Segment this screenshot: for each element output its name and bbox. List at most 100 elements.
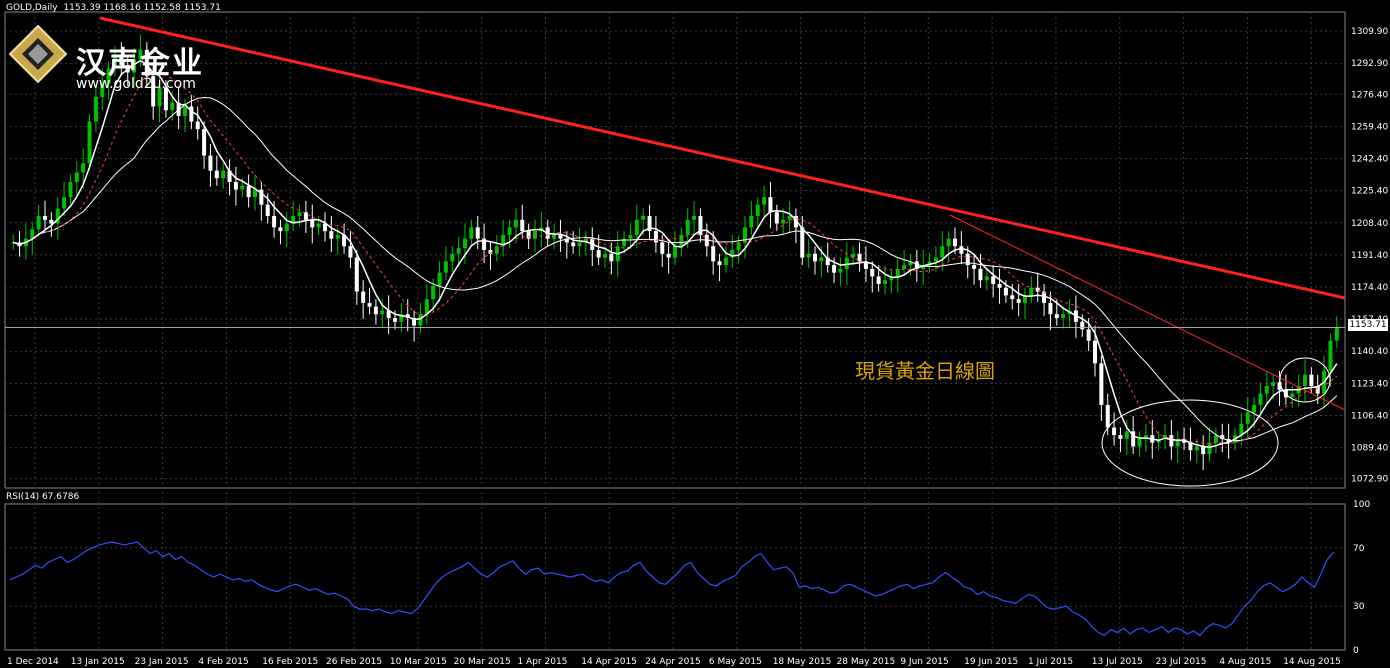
candle-body: [469, 227, 474, 239]
candle-body: [666, 253, 671, 258]
candle-body: [68, 182, 73, 198]
candle-body: [685, 219, 690, 235]
candle-body: [183, 106, 187, 116]
candle-body: [1169, 435, 1174, 447]
price-tick-label: 1259.40: [1351, 122, 1388, 132]
rsi-tick-label: 100: [1353, 500, 1370, 510]
time-tick-label: 6 May 2015: [709, 657, 762, 667]
candle-body: [507, 227, 512, 235]
candle-body: [1016, 299, 1021, 303]
price-tick-label: 1225.40: [1351, 187, 1388, 197]
candle-body: [641, 216, 646, 220]
candle-body: [1048, 302, 1053, 315]
candle-body: [768, 197, 773, 213]
candle-body: [233, 182, 238, 190]
candle-body: [679, 234, 684, 247]
candle-body: [832, 265, 837, 273]
candle-body: [1264, 386, 1269, 394]
candle-body: [940, 246, 945, 258]
time-tick-label: 13 Jul 2015: [1092, 657, 1143, 667]
price-tick-label: 1123.40: [1351, 379, 1388, 389]
candle-body: [819, 257, 824, 262]
candle-body: [1201, 446, 1206, 454]
candle-body: [577, 242, 582, 247]
candle-body: [1290, 393, 1295, 398]
price-tick-label: 1072.90: [1351, 475, 1388, 485]
candle-body: [787, 216, 792, 220]
candle-body: [1309, 374, 1314, 386]
candle-body: [933, 257, 938, 262]
candle-body: [36, 216, 41, 230]
candle-body: [1118, 435, 1123, 439]
rsi-tick-label: 0: [1353, 646, 1359, 656]
time-tick-label: 10 Mar 2015: [390, 657, 447, 667]
candle-body: [711, 246, 716, 262]
diamond-logo-icon: [8, 24, 68, 84]
candle-body: [240, 185, 245, 190]
time-tick-label: 20 Mar 2015: [454, 657, 511, 667]
candle-body: [953, 238, 957, 247]
candle-body: [1010, 295, 1015, 300]
symbol-label: GOLD,Daily: [6, 3, 58, 13]
chart-header: GOLD,Daily 1153.39 1168.16 1152.58 1153.…: [6, 3, 221, 13]
candle-body: [1080, 321, 1085, 330]
time-tick-label: 26 Feb 2015: [326, 657, 382, 667]
candle-body: [418, 314, 423, 326]
candle-body: [1194, 446, 1199, 451]
time-tick-label: 19 Jun 2015: [964, 657, 1018, 667]
candle-body: [208, 155, 213, 171]
price-tick-label: 1276.40: [1351, 90, 1388, 100]
brand-url: www.gold2u.com: [76, 76, 196, 92]
candle-body: [870, 268, 875, 277]
candle-body: [736, 242, 741, 250]
candle-body: [1029, 287, 1034, 296]
time-tick-label: 4 Feb 2015: [198, 657, 248, 667]
candle-body: [189, 106, 194, 122]
candle-body: [755, 204, 760, 216]
candle-body: [844, 257, 849, 269]
candle-body: [202, 129, 207, 156]
candle-body: [673, 246, 677, 258]
candle-body: [87, 121, 92, 164]
candle-body: [431, 285, 436, 300]
candle-body: [214, 170, 219, 179]
candle-body: [1213, 435, 1218, 443]
candle-body: [717, 261, 722, 266]
candle-body: [246, 185, 251, 198]
candle-body: [762, 197, 767, 205]
candle-body: [373, 306, 378, 315]
time-tick-label: 18 May 2015: [773, 657, 832, 667]
candle-body: [883, 280, 887, 284]
candle-body: [781, 219, 786, 224]
candle-body: [49, 219, 54, 224]
price-tick-label: 1191.40: [1351, 251, 1388, 261]
time-tick-label: 1 Apr 2015: [517, 657, 567, 667]
candle-body: [1093, 340, 1097, 364]
candle-body: [1137, 438, 1142, 447]
candle-body: [997, 284, 1002, 288]
price-tick-label: 1242.40: [1351, 155, 1388, 165]
candle-body: [972, 265, 977, 269]
candle-body: [361, 291, 366, 303]
current-price-tag: 1153.71: [1348, 319, 1388, 331]
candle-body: [43, 216, 47, 220]
price-tick-label: 1089.40: [1351, 444, 1388, 454]
brand-logo: 汉声金业 www.gold2u.com: [4, 18, 214, 92]
candle-body: [723, 257, 728, 266]
candle-body: [876, 276, 881, 284]
time-tick-label: 23 Jan 2015: [135, 657, 189, 667]
candle-body: [1258, 393, 1263, 405]
candle-body: [297, 212, 302, 216]
candle-body: [74, 172, 79, 182]
candle-body: [1271, 382, 1276, 386]
candle-body: [62, 197, 67, 209]
candle-body: [456, 248, 461, 254]
rsi-panel-border: [4, 503, 1346, 651]
candle-body: [991, 276, 996, 284]
candle-body: [653, 231, 658, 243]
candle-body: [634, 219, 639, 235]
candle-body: [571, 242, 576, 247]
candle-body: [310, 219, 315, 228]
time-tick-label: 16 Feb 2015: [262, 657, 318, 667]
candle-body: [984, 276, 989, 281]
